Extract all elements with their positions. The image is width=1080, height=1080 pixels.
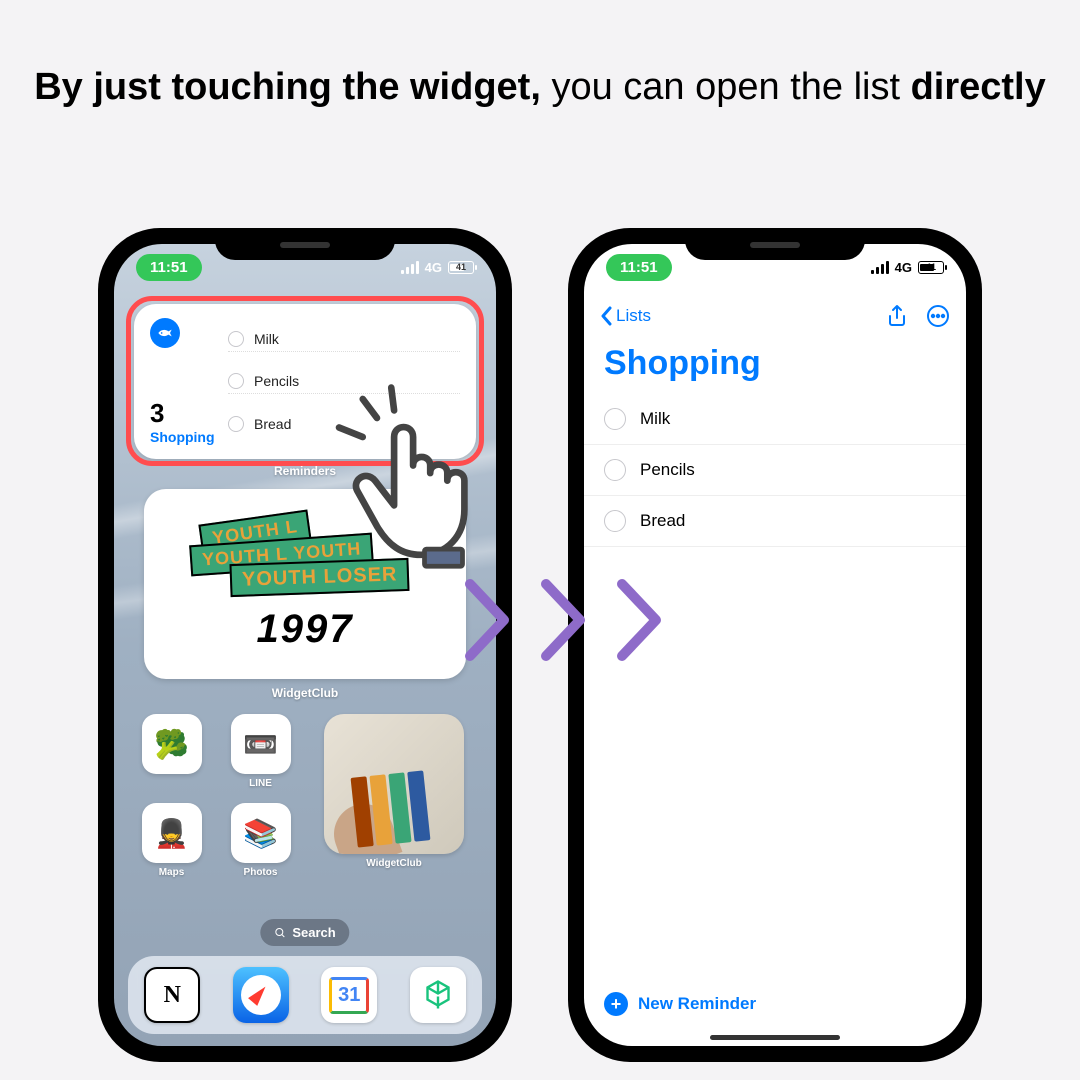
transition-chevrons-icon: [450, 570, 678, 670]
share-icon[interactable]: [886, 304, 908, 328]
list-item[interactable]: Milk: [584, 394, 966, 445]
search-button[interactable]: Search: [260, 919, 349, 946]
search-icon: [274, 927, 286, 939]
youth-widget[interactable]: YOUTH L YOUTH L YOUTH YOUTH LOSER 1997: [144, 489, 466, 679]
list-item[interactable]: Bread: [584, 496, 966, 547]
checkbox[interactable]: [604, 408, 626, 430]
battery-icon: 41: [448, 261, 474, 274]
widgetclub-medium[interactable]: WidgetClub: [312, 714, 476, 878]
home-indicator[interactable]: [710, 1035, 840, 1040]
dock-safari[interactable]: [233, 967, 289, 1023]
list-item[interactable]: Pencils: [584, 445, 966, 496]
widget-app-label: Reminders: [114, 464, 496, 478]
phone-left: 11:51 4G 41 3 Shoppi: [100, 230, 510, 1060]
checkbox[interactable]: [604, 459, 626, 481]
network-label: 4G: [425, 260, 442, 275]
dock-notion[interactable]: N: [144, 967, 200, 1023]
checkbox[interactable]: [604, 510, 626, 532]
youth-year: 1997: [257, 607, 354, 652]
list-title: Shopping: [604, 344, 761, 383]
plus-icon: +: [604, 992, 628, 1016]
more-icon[interactable]: [926, 304, 950, 328]
new-reminder-button[interactable]: + New Reminder: [604, 992, 756, 1016]
app-icon[interactable]: 🥦.: [134, 714, 209, 789]
status-time: 11:51: [136, 254, 202, 281]
dock-calendar[interactable]: 31: [321, 967, 377, 1023]
widget-highlight: [126, 296, 484, 466]
signal-icon: [871, 261, 889, 274]
app-icon[interactable]: 📚Photos: [223, 803, 298, 878]
chevron-left-icon: [600, 306, 612, 326]
heading-text: By just touching the widget, you can ope…: [0, 60, 1080, 115]
youth-label: WidgetClub: [114, 686, 496, 700]
app-icon[interactable]: 💂Maps: [134, 803, 209, 878]
app-icon[interactable]: 📼LINE: [223, 714, 298, 789]
battery-icon: 41: [918, 261, 944, 274]
back-button[interactable]: Lists: [600, 306, 651, 326]
dock-chatgpt[interactable]: [410, 967, 466, 1023]
signal-icon: [401, 261, 419, 274]
dock: N 31: [128, 956, 482, 1034]
